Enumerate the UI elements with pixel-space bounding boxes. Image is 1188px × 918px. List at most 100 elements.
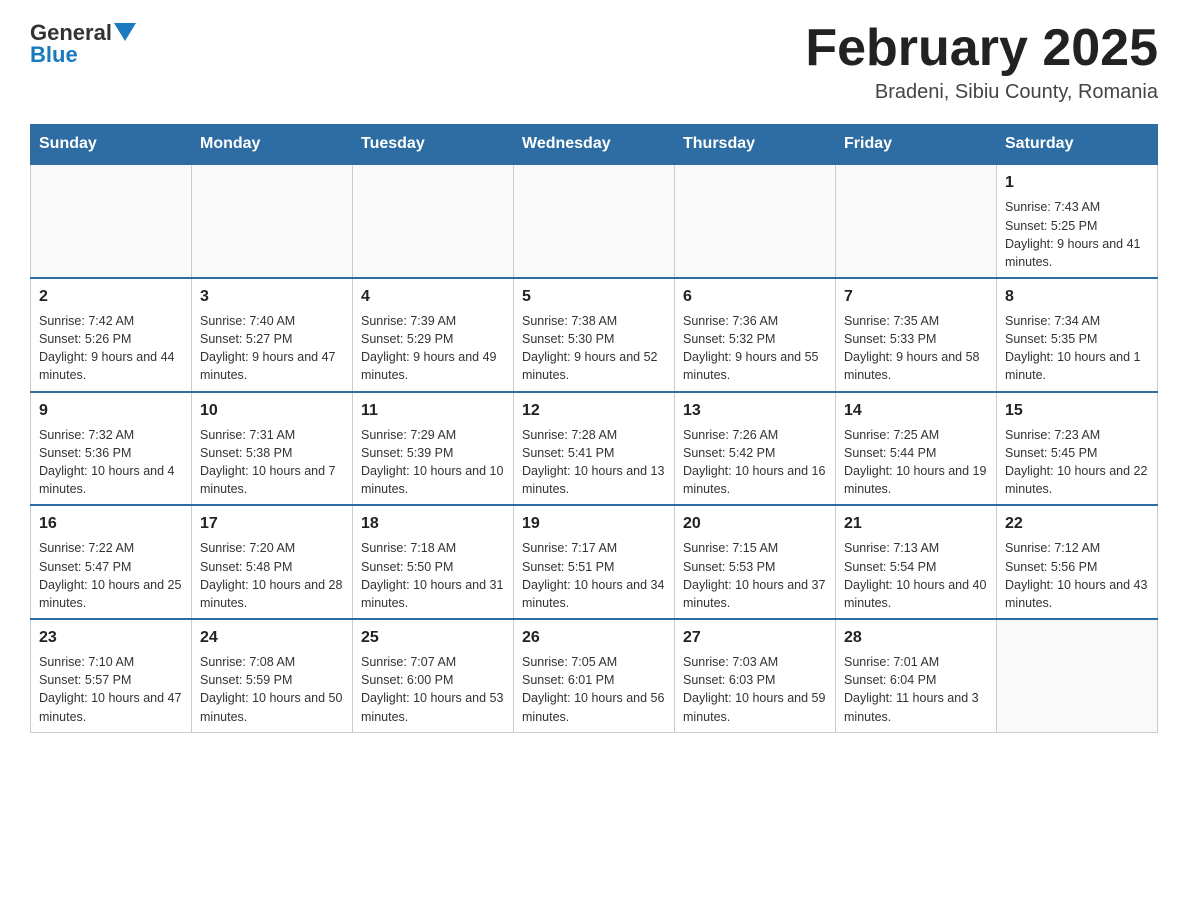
day-number: 3 bbox=[200, 285, 344, 308]
day-number: 19 bbox=[522, 512, 666, 535]
calendar-header-friday: Friday bbox=[836, 125, 997, 165]
calendar-header-tuesday: Tuesday bbox=[353, 125, 514, 165]
week-row-2: 2 Sunrise: 7:42 AM Sunset: 5:26 PM Daylig… bbox=[31, 278, 1158, 392]
calendar-cell: 10Sunrise: 7:31 AM Sunset: 5:38 PM Dayli… bbox=[192, 392, 353, 506]
day-info: Sunrise: 7:10 AM Sunset: 5:57 PM Dayligh… bbox=[39, 653, 183, 726]
day-number: 25 bbox=[361, 626, 505, 649]
day-number: 8 bbox=[1005, 285, 1149, 308]
day-number: 12 bbox=[522, 399, 666, 422]
day-number: 4 bbox=[361, 285, 505, 308]
day-info: Sunrise: 7:18 AM Sunset: 5:50 PM Dayligh… bbox=[361, 539, 505, 612]
day-info: Sunrise: 7:29 AM Sunset: 5:39 PM Dayligh… bbox=[361, 426, 505, 499]
day-number: 27 bbox=[683, 626, 827, 649]
day-number: 23 bbox=[39, 626, 183, 649]
day-number: 7 bbox=[844, 285, 988, 308]
day-info: Sunrise: 7:07 AM Sunset: 6:00 PM Dayligh… bbox=[361, 653, 505, 726]
day-number: 11 bbox=[361, 399, 505, 422]
calendar-cell: 4 Sunrise: 7:39 AM Sunset: 5:29 PM Daylig… bbox=[353, 278, 514, 392]
calendar-cell: 24 Sunrise: 7:08 AM Sunset: 5:59 PM Dayli… bbox=[192, 619, 353, 732]
day-info: Sunrise: 7:35 AM Sunset: 5:33 PM Dayligh… bbox=[844, 312, 988, 385]
calendar-cell: 6 Sunrise: 7:36 AM Sunset: 5:32 PM Daylig… bbox=[675, 278, 836, 392]
day-info: Sunrise: 7:28 AM Sunset: 5:41 PM Dayligh… bbox=[522, 426, 666, 499]
calendar-cell bbox=[353, 164, 514, 278]
day-number: 10 bbox=[200, 399, 344, 422]
calendar-cell: 11 Sunrise: 7:29 AM Sunset: 5:39 PM Dayli… bbox=[353, 392, 514, 506]
logo-blue-text: Blue bbox=[30, 42, 78, 68]
calendar-cell: 8 Sunrise: 7:34 AM Sunset: 5:35 PM Daylig… bbox=[997, 278, 1158, 392]
calendar-header-thursday: Thursday bbox=[675, 125, 836, 165]
day-info: Sunrise: 7:39 AM Sunset: 5:29 PM Dayligh… bbox=[361, 312, 505, 385]
logo-triangle-icon bbox=[114, 23, 136, 45]
calendar-header-saturday: Saturday bbox=[997, 125, 1158, 165]
day-info: Sunrise: 7:25 AM Sunset: 5:44 PM Dayligh… bbox=[844, 426, 988, 499]
calendar-cell: 28Sunrise: 7:01 AM Sunset: 6:04 PM Dayli… bbox=[836, 619, 997, 732]
calendar-cell bbox=[192, 164, 353, 278]
day-info: Sunrise: 7:01 AM Sunset: 6:04 PM Dayligh… bbox=[844, 653, 988, 726]
calendar-cell: 14 Sunrise: 7:25 AM Sunset: 5:44 PM Dayli… bbox=[836, 392, 997, 506]
calendar-cell: 13 Sunrise: 7:26 AM Sunset: 5:42 PM Dayli… bbox=[675, 392, 836, 506]
calendar-cell: 12 Sunrise: 7:28 AM Sunset: 5:41 PM Dayli… bbox=[514, 392, 675, 506]
month-title: February 2025 bbox=[805, 20, 1158, 77]
calendar-cell: 21 Sunrise: 7:13 AM Sunset: 5:54 PM Dayli… bbox=[836, 505, 997, 619]
calendar-header-row: SundayMondayTuesdayWednesdayThursdayFrid… bbox=[31, 125, 1158, 165]
calendar-cell: 3 Sunrise: 7:40 AM Sunset: 5:27 PM Daylig… bbox=[192, 278, 353, 392]
week-row-4: 16Sunrise: 7:22 AM Sunset: 5:47 PM Dayli… bbox=[31, 505, 1158, 619]
day-info: Sunrise: 7:36 AM Sunset: 5:32 PM Dayligh… bbox=[683, 312, 827, 385]
day-info: Sunrise: 7:43 AM Sunset: 5:25 PM Dayligh… bbox=[1005, 198, 1149, 271]
day-info: Sunrise: 7:08 AM Sunset: 5:59 PM Dayligh… bbox=[200, 653, 344, 726]
calendar-cell: 26 Sunrise: 7:05 AM Sunset: 6:01 PM Dayli… bbox=[514, 619, 675, 732]
day-number: 6 bbox=[683, 285, 827, 308]
day-number: 16 bbox=[39, 512, 183, 535]
calendar-cell: 9 Sunrise: 7:32 AM Sunset: 5:36 PM Daylig… bbox=[31, 392, 192, 506]
logo: General Blue bbox=[30, 20, 136, 68]
day-info: Sunrise: 7:15 AM Sunset: 5:53 PM Dayligh… bbox=[683, 539, 827, 612]
day-info: Sunrise: 7:40 AM Sunset: 5:27 PM Dayligh… bbox=[200, 312, 344, 385]
calendar-cell: 5Sunrise: 7:38 AM Sunset: 5:30 PM Daylig… bbox=[514, 278, 675, 392]
day-number: 9 bbox=[39, 399, 183, 422]
week-row-5: 23 Sunrise: 7:10 AM Sunset: 5:57 PM Dayli… bbox=[31, 619, 1158, 732]
calendar-cell: 18 Sunrise: 7:18 AM Sunset: 5:50 PM Dayli… bbox=[353, 505, 514, 619]
calendar-header-sunday: Sunday bbox=[31, 125, 192, 165]
day-info: Sunrise: 7:26 AM Sunset: 5:42 PM Dayligh… bbox=[683, 426, 827, 499]
day-number: 21 bbox=[844, 512, 988, 535]
week-row-3: 9 Sunrise: 7:32 AM Sunset: 5:36 PM Daylig… bbox=[31, 392, 1158, 506]
day-number: 13 bbox=[683, 399, 827, 422]
calendar-cell: 27 Sunrise: 7:03 AM Sunset: 6:03 PM Dayli… bbox=[675, 619, 836, 732]
day-info: Sunrise: 7:20 AM Sunset: 5:48 PM Dayligh… bbox=[200, 539, 344, 612]
day-number: 18 bbox=[361, 512, 505, 535]
day-number: 22 bbox=[1005, 512, 1149, 535]
calendar-cell bbox=[514, 164, 675, 278]
day-info: Sunrise: 7:05 AM Sunset: 6:01 PM Dayligh… bbox=[522, 653, 666, 726]
calendar-cell: 23 Sunrise: 7:10 AM Sunset: 5:57 PM Dayli… bbox=[31, 619, 192, 732]
day-number: 17 bbox=[200, 512, 344, 535]
day-info: Sunrise: 7:23 AM Sunset: 5:45 PM Dayligh… bbox=[1005, 426, 1149, 499]
calendar-cell: 2 Sunrise: 7:42 AM Sunset: 5:26 PM Daylig… bbox=[31, 278, 192, 392]
day-info: Sunrise: 7:42 AM Sunset: 5:26 PM Dayligh… bbox=[39, 312, 183, 385]
calendar-cell bbox=[836, 164, 997, 278]
day-number: 1 bbox=[1005, 171, 1149, 194]
week-row-1: 1 Sunrise: 7:43 AM Sunset: 5:25 PM Daylig… bbox=[31, 164, 1158, 278]
day-number: 2 bbox=[39, 285, 183, 308]
calendar-cell: 19Sunrise: 7:17 AM Sunset: 5:51 PM Dayli… bbox=[514, 505, 675, 619]
calendar-cell: 1 Sunrise: 7:43 AM Sunset: 5:25 PM Daylig… bbox=[997, 164, 1158, 278]
calendar-cell bbox=[675, 164, 836, 278]
calendar-cell: 22 Sunrise: 7:12 AM Sunset: 5:56 PM Dayli… bbox=[997, 505, 1158, 619]
calendar-table: SundayMondayTuesdayWednesdayThursdayFrid… bbox=[30, 124, 1158, 732]
day-number: 20 bbox=[683, 512, 827, 535]
calendar-cell bbox=[31, 164, 192, 278]
day-info: Sunrise: 7:34 AM Sunset: 5:35 PM Dayligh… bbox=[1005, 312, 1149, 385]
calendar-header-wednesday: Wednesday bbox=[514, 125, 675, 165]
day-info: Sunrise: 7:13 AM Sunset: 5:54 PM Dayligh… bbox=[844, 539, 988, 612]
day-number: 26 bbox=[522, 626, 666, 649]
title-area: February 2025 Bradeni, Sibiu County, Rom… bbox=[805, 20, 1158, 104]
day-number: 15 bbox=[1005, 399, 1149, 422]
day-info: Sunrise: 7:12 AM Sunset: 5:56 PM Dayligh… bbox=[1005, 539, 1149, 612]
day-number: 24 bbox=[200, 626, 344, 649]
calendar-cell: 25 Sunrise: 7:07 AM Sunset: 6:00 PM Dayli… bbox=[353, 619, 514, 732]
calendar-header-monday: Monday bbox=[192, 125, 353, 165]
page-header: General Blue February 2025 Bradeni, Sibi… bbox=[30, 20, 1158, 104]
day-number: 14 bbox=[844, 399, 988, 422]
day-info: Sunrise: 7:32 AM Sunset: 5:36 PM Dayligh… bbox=[39, 426, 183, 499]
day-info: Sunrise: 7:38 AM Sunset: 5:30 PM Dayligh… bbox=[522, 312, 666, 385]
day-info: Sunrise: 7:03 AM Sunset: 6:03 PM Dayligh… bbox=[683, 653, 827, 726]
